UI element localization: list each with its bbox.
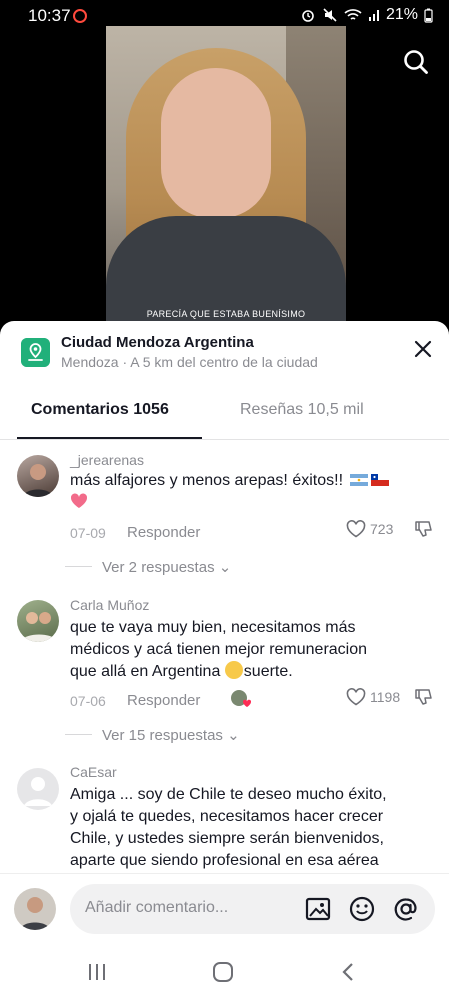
mention-icon[interactable] (393, 896, 419, 922)
view-replies-link[interactable]: Ver 15 respuestas ⌄ (102, 726, 240, 744)
close-icon[interactable] (413, 339, 433, 359)
comment-date: 07-09 (70, 525, 106, 541)
comment-text-line: y ojalá te quedes, necesitamos hacer cre… (70, 808, 384, 825)
argentina-flag-icon (350, 474, 369, 486)
comment-text-line: que te vaya muy bien, necesitamos más (70, 619, 356, 636)
signal-icon (368, 10, 379, 21)
status-icons: 21% (300, 6, 433, 24)
location-title[interactable]: Ciudad Mendoza Argentina (61, 334, 254, 351)
location-subtitle: Mendoza · A 5 km del centro de la ciudad (61, 354, 318, 370)
comment-text-line: Amiga ... soy de Chile te deseo mucho éx… (70, 786, 387, 803)
emoji-icon[interactable] (349, 896, 375, 922)
alarm-icon (302, 10, 314, 22)
comment-text: que te vaya muy bien, necesitamos más mé… (70, 617, 434, 683)
battery-icon (424, 8, 433, 23)
view-replies-label: Ver 15 respuestas (102, 727, 223, 744)
avatar[interactable] (17, 600, 59, 642)
wifi-icon (344, 9, 362, 20)
avatar[interactable] (17, 455, 59, 497)
comment-text-line: que allá en Argentina (70, 663, 221, 680)
my-avatar (14, 888, 56, 930)
home-icon[interactable] (212, 962, 234, 982)
tab-comments[interactable]: Comentarios 1056 (31, 401, 169, 419)
recording-indicator-icon (73, 9, 87, 23)
video-person-face (161, 68, 271, 218)
view-replies-label: Ver 2 respuestas (102, 559, 215, 576)
pink-heart-icon (70, 493, 88, 508)
video-frame[interactable]: PARECÍA QUE ESTABA BUENÍSIMO (106, 26, 346, 322)
tab-reviews[interactable]: Reseñas 10,5 mil (240, 401, 364, 419)
comment-text-line: suerte. (243, 663, 293, 680)
chevron-down-icon: ⌄ (227, 727, 240, 744)
blushing-face-icon (224, 661, 243, 679)
recents-icon[interactable] (86, 962, 108, 982)
like-count: 1198 (370, 689, 401, 705)
view-replies-link[interactable]: Ver 2 respuestas ⌄ (102, 558, 231, 576)
replies-connector-line (65, 566, 92, 567)
comment-input-placeholder: Añadir comentario... (85, 899, 229, 916)
comment-text: más alfajores y menos arepas! éxitos!! (70, 470, 434, 514)
comment-username[interactable]: _jerearenas (70, 452, 144, 468)
location-pin-icon (21, 338, 50, 367)
comment-date: 07-06 (70, 693, 106, 709)
back-icon[interactable] (340, 962, 356, 982)
image-icon[interactable] (305, 896, 331, 922)
comment-username[interactable]: CaEsar (70, 764, 117, 780)
video-person-hoodie (106, 216, 346, 322)
chile-flag-icon (371, 474, 390, 486)
video-caption: PARECÍA QUE ESTABA BUENÍSIMO (146, 309, 306, 319)
status-time: 10:37 (28, 6, 71, 25)
heart-icon[interactable] (346, 688, 366, 706)
comment-text: Amiga ... soy de Chile te deseo mucho éx… (70, 784, 434, 872)
replies-connector-line (65, 734, 92, 735)
search-icon[interactable] (402, 48, 430, 76)
avatar[interactable] (17, 768, 59, 810)
heart-icon[interactable] (346, 520, 366, 538)
mute-icon (323, 8, 337, 22)
battery-percent: 21% (385, 6, 418, 23)
comment-username[interactable]: Carla Muñoz (70, 597, 149, 613)
like-count: 723 (370, 521, 394, 537)
chevron-down-icon: ⌄ (218, 559, 232, 576)
creator-liked-icon (231, 690, 252, 707)
comment-text-line: aparte que siendo profesional en esa aér… (70, 852, 379, 869)
comment-text-line: Chile, y ustedes siempre serán bienvenid… (70, 830, 384, 847)
comment-text-line: médicos y acá tienen mejor remuneracion (70, 641, 368, 658)
tab-divider (0, 439, 449, 440)
reply-button[interactable]: Responder (127, 692, 200, 709)
dislike-icon[interactable] (414, 688, 434, 706)
reply-button[interactable]: Responder (127, 524, 200, 541)
comment-text-body: más alfajores y menos arepas! éxitos!! (70, 472, 344, 489)
dislike-icon[interactable] (414, 520, 434, 538)
